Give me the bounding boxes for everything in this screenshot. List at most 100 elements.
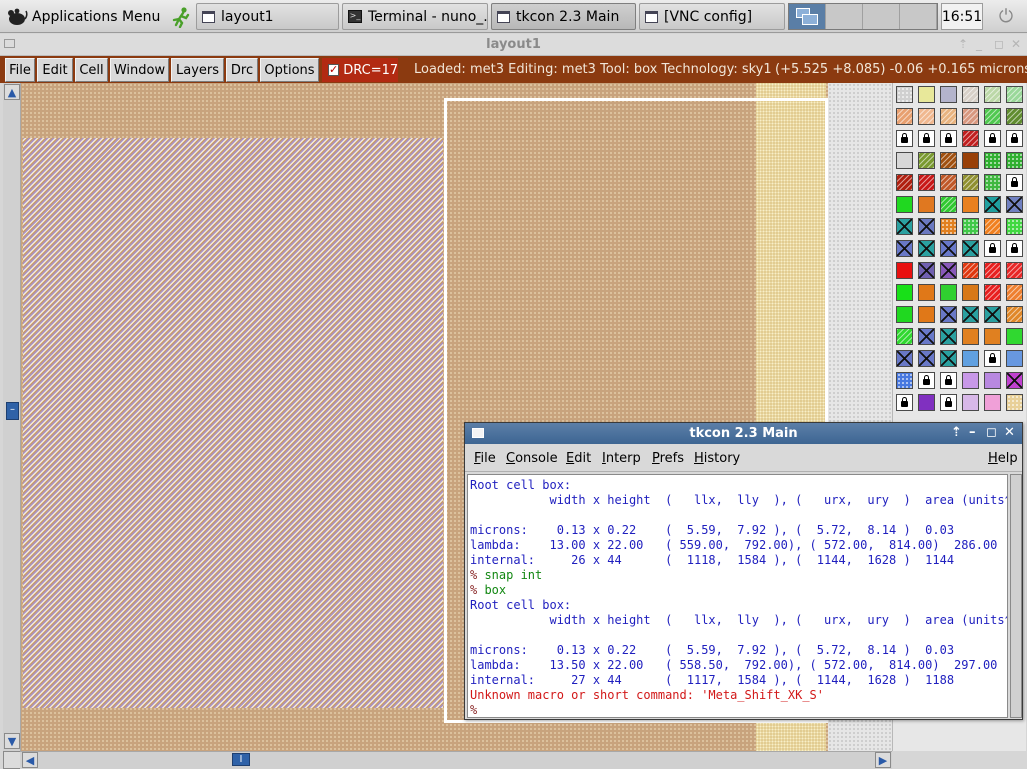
layer-lock-icon[interactable] <box>896 130 913 147</box>
layer-swatch[interactable] <box>984 174 1001 191</box>
scroll-up-icon[interactable]: ▲ <box>4 84 20 100</box>
minimize-icon[interactable]: _ <box>976 37 982 51</box>
scroll-down-icon[interactable]: ▼ <box>4 733 20 749</box>
task-vnc-config[interactable]: [VNC config] <box>639 3 785 30</box>
scroll-left-icon[interactable]: ◀ <box>22 752 38 768</box>
layer-swatch[interactable] <box>984 86 1001 103</box>
layer-swatch[interactable] <box>962 262 979 279</box>
layer-swatch[interactable] <box>1006 394 1023 411</box>
layer-lock-icon[interactable] <box>918 372 935 389</box>
layer-swatch[interactable] <box>918 174 935 191</box>
layer-swatch[interactable] <box>918 284 935 301</box>
layer-swatch[interactable] <box>940 174 957 191</box>
layer-swatch[interactable] <box>896 240 913 257</box>
layer-swatch[interactable] <box>1006 218 1023 235</box>
menu-window[interactable]: Window <box>110 58 169 82</box>
layer-swatch[interactable] <box>896 196 913 213</box>
layer-swatch[interactable] <box>896 262 913 279</box>
task-layout1[interactable]: layout1 <box>196 3 339 30</box>
close-icon[interactable]: ✕ <box>1004 425 1015 440</box>
layer-swatch[interactable] <box>896 108 913 125</box>
layer-swatch[interactable] <box>940 328 957 345</box>
tkcon-menu-help[interactable]: Help <box>988 451 1018 466</box>
layer-swatch[interactable] <box>896 174 913 191</box>
tkcon-menu-edit[interactable]: Edit <box>566 451 591 466</box>
layer-swatch[interactable] <box>962 174 979 191</box>
layer-swatch[interactable] <box>896 86 913 103</box>
layer-swatch[interactable] <box>962 218 979 235</box>
layer-swatch[interactable] <box>962 284 979 301</box>
layer-lock-icon[interactable] <box>940 130 957 147</box>
layer-swatch[interactable] <box>962 306 979 323</box>
layer-swatch[interactable] <box>918 394 935 411</box>
drc-checkbox[interactable]: ✓ <box>328 64 340 76</box>
layer-swatch[interactable] <box>918 306 935 323</box>
layer-swatch[interactable] <box>984 328 1001 345</box>
menu-drc[interactable]: Drc <box>226 58 258 82</box>
tkcon-menu-console[interactable]: Console <box>506 451 558 466</box>
layer-swatch[interactable] <box>962 394 979 411</box>
maximize-icon[interactable]: ◻ <box>986 425 997 440</box>
layer-swatch[interactable] <box>1006 262 1023 279</box>
layer-swatch[interactable] <box>962 196 979 213</box>
layer-swatch[interactable] <box>940 350 957 367</box>
layer-swatch[interactable] <box>918 262 935 279</box>
layer-swatch[interactable] <box>940 284 957 301</box>
layer-swatch[interactable] <box>918 196 935 213</box>
layer-swatch[interactable] <box>984 372 1001 389</box>
workspace-switcher[interactable] <box>788 3 938 30</box>
layer-lock-icon[interactable] <box>1006 130 1023 147</box>
layer-swatch[interactable] <box>896 284 913 301</box>
layer-swatch[interactable] <box>940 196 957 213</box>
vertical-scroll-thumb[interactable]: – <box>6 402 19 420</box>
menu-options[interactable]: Options <box>260 58 319 82</box>
workspace-3[interactable] <box>863 4 900 29</box>
tkcon-scrollbar[interactable] <box>1010 474 1022 718</box>
applications-menu-button[interactable]: Applications Menu <box>2 3 194 30</box>
maximize-icon[interactable]: ◻ <box>994 37 1004 51</box>
layer-swatch[interactable] <box>984 394 1001 411</box>
workspace-2[interactable] <box>826 4 863 29</box>
layer-swatch[interactable] <box>918 152 935 169</box>
horizontal-scrollbar[interactable] <box>20 751 892 769</box>
menu-cell[interactable]: Cell <box>75 58 108 82</box>
layer-swatch[interactable] <box>940 306 957 323</box>
layer-swatch[interactable] <box>896 152 913 169</box>
layer-swatch[interactable] <box>962 240 979 257</box>
task-tkcon[interactable]: tkcon 2.3 Main <box>491 3 636 30</box>
menu-file[interactable]: File <box>5 58 35 82</box>
drc-toggle[interactable]: ✓ DRC=17 <box>322 58 398 82</box>
layer-swatch[interactable] <box>1006 372 1023 389</box>
layer-swatch[interactable] <box>962 86 979 103</box>
tkcon-console-output[interactable]: Root cell box: width x height ( llx, lly… <box>467 474 1008 718</box>
layer-swatch[interactable] <box>940 240 957 257</box>
layer-swatch[interactable] <box>1006 350 1023 367</box>
layer-swatch[interactable] <box>984 262 1001 279</box>
menu-layers[interactable]: Layers <box>171 58 224 82</box>
layer-swatch[interactable] <box>940 108 957 125</box>
layer-swatch[interactable] <box>984 218 1001 235</box>
layer-swatch[interactable] <box>962 152 979 169</box>
minimize-icon[interactable]: – <box>969 425 976 440</box>
layer-lock-icon[interactable] <box>1006 240 1023 257</box>
layer-lock-icon[interactable] <box>984 130 1001 147</box>
layer-swatch[interactable] <box>896 372 913 389</box>
workspace-1[interactable] <box>789 4 826 29</box>
layer-swatch[interactable] <box>896 218 913 235</box>
layer-swatch[interactable] <box>1006 86 1023 103</box>
layer-swatch[interactable] <box>896 350 913 367</box>
layer-swatch[interactable] <box>918 350 935 367</box>
layer-swatch[interactable] <box>940 86 957 103</box>
layer-swatch[interactable] <box>1006 284 1023 301</box>
layer-swatch[interactable] <box>984 196 1001 213</box>
layer-swatch[interactable] <box>918 86 935 103</box>
layer-swatch[interactable] <box>1006 196 1023 213</box>
layer-lock-icon[interactable] <box>940 372 957 389</box>
layer-swatch[interactable] <box>984 108 1001 125</box>
layer-swatch[interactable] <box>962 108 979 125</box>
layer-lock-icon[interactable] <box>1006 174 1023 191</box>
layer-lock-icon[interactable] <box>984 240 1001 257</box>
layer-lock-icon[interactable] <box>940 394 957 411</box>
tkcon-titlebar[interactable]: tkcon 2.3 Main ⇡ – ◻ ✕ <box>465 423 1022 444</box>
horizontal-scroll-thumb[interactable]: I <box>232 753 250 766</box>
